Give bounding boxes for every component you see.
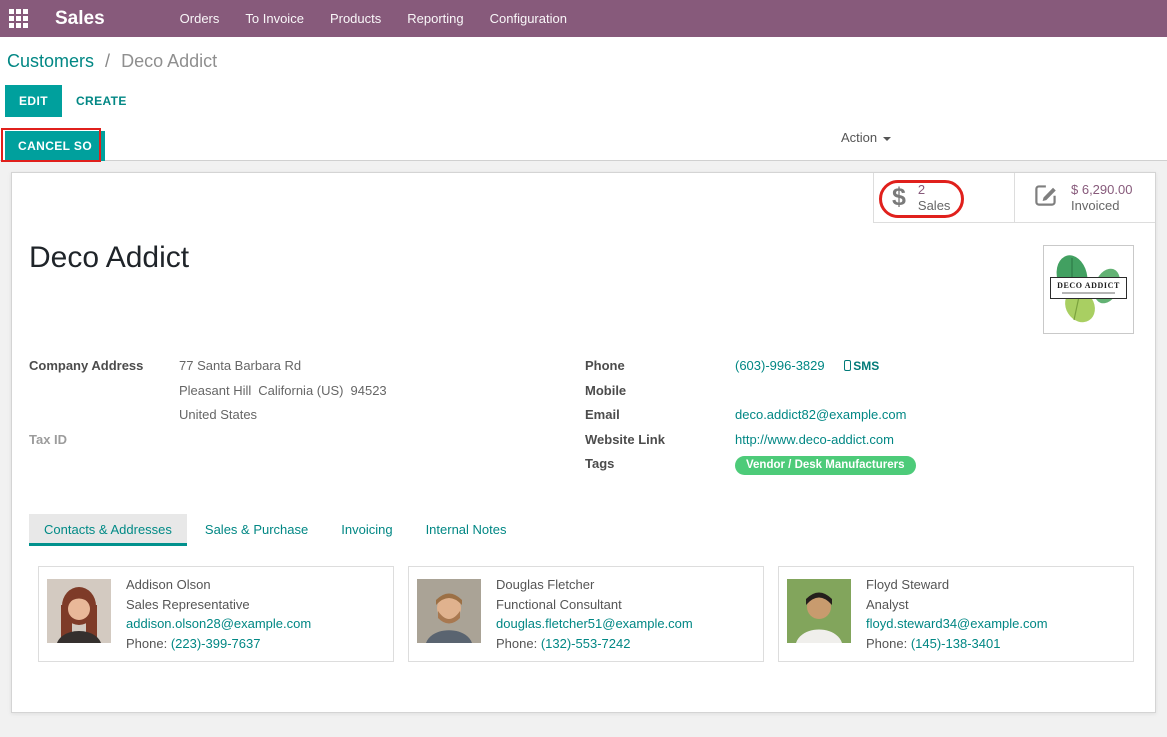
contact-name: Douglas Fletcher xyxy=(496,575,693,595)
website-label: Website Link xyxy=(585,428,735,453)
edit-button[interactable]: EDIT xyxy=(5,85,62,117)
phone-link[interactable]: (603)-996-3829 xyxy=(735,358,825,373)
contact-email-link[interactable]: addison.olson28@example.com xyxy=(126,616,311,631)
contact-email-link[interactable]: floyd.steward34@example.com xyxy=(866,616,1048,631)
address-zip: 94523 xyxy=(351,383,387,398)
breadcrumb-customers[interactable]: Customers xyxy=(7,51,94,71)
contact-email-link[interactable]: douglas.fletcher51@example.com xyxy=(496,616,693,631)
tags-label: Tags xyxy=(585,452,735,477)
create-button[interactable]: CREATE xyxy=(62,86,141,116)
avatar-addison-olson xyxy=(47,579,111,643)
tab-contacts-addresses[interactable]: Contacts & Addresses xyxy=(29,514,187,546)
sales-count: 2 xyxy=(918,182,951,198)
avatar-douglas-fletcher xyxy=(417,579,481,643)
contact-phone-link[interactable]: (223)-399-7637 xyxy=(171,636,261,651)
company-address-value: 77 Santa Barbara Rd Pleasant Hill Califor… xyxy=(179,354,387,428)
stat-button-sales[interactable]: $ 2 Sales xyxy=(873,173,1014,222)
top-navbar: Sales Orders To Invoice Products Reporti… xyxy=(0,0,1167,37)
invoiced-amount: $ 6,290.00 xyxy=(1071,182,1132,198)
partner-fields: Company Address 77 Santa Barbara Rd Plea… xyxy=(29,354,1138,477)
tab-sales-purchase[interactable]: Sales & Purchase xyxy=(190,514,323,546)
partner-name-title: Deco Addict xyxy=(29,241,189,275)
logo-text: DECO ADDICT xyxy=(1051,281,1126,290)
breadcrumb-current: Deco Addict xyxy=(121,51,217,71)
apps-grid-icon[interactable] xyxy=(9,9,29,29)
contact-phone-link[interactable]: (132)-553-7242 xyxy=(541,636,631,651)
contact-role: Functional Consultant xyxy=(496,595,693,615)
tag-vendor-desk-manufacturers: Vendor / Desk Manufacturers xyxy=(735,456,916,475)
breadcrumb-separator: / xyxy=(105,51,110,71)
statusbar: CANCEL SO xyxy=(0,128,1167,161)
avatar-floyd-steward xyxy=(787,579,851,643)
invoiced-label: Invoiced xyxy=(1071,198,1132,214)
address-street: 77 Santa Barbara Rd xyxy=(179,358,301,373)
phone-label: Phone xyxy=(585,354,735,379)
dollar-icon: $ xyxy=(892,185,906,210)
sms-button[interactable]: SMS xyxy=(844,359,879,373)
address-state: California (US) xyxy=(258,383,343,398)
contact-phone-prefix: Phone: xyxy=(126,636,167,651)
action-label: Action xyxy=(841,130,877,145)
address-city: Pleasant Hill xyxy=(179,383,251,398)
company-address-label: Company Address xyxy=(29,354,179,428)
menu-products[interactable]: Products xyxy=(317,0,394,37)
mobile-label: Mobile xyxy=(585,379,735,404)
menu-configuration[interactable]: Configuration xyxy=(477,0,580,37)
contact-card-douglas-fletcher[interactable]: Douglas Fletcher Functional Consultant d… xyxy=(408,566,764,662)
contact-name: Floyd Steward xyxy=(866,575,1048,595)
logo-subtext-line xyxy=(1062,292,1115,294)
address-country: United States xyxy=(179,407,257,422)
email-label: Email xyxy=(585,403,735,428)
notebook-tabs: Contacts & Addresses Sales & Purchase In… xyxy=(29,514,525,546)
menu-to-invoice[interactable]: To Invoice xyxy=(232,0,317,37)
action-dropdown[interactable]: Action xyxy=(841,130,891,145)
contact-phone-link[interactable]: (145)-138-3401 xyxy=(911,636,1001,651)
app-name-sales[interactable]: Sales xyxy=(55,8,105,30)
tab-invoicing[interactable]: Invoicing xyxy=(326,514,407,546)
contact-name: Addison Olson xyxy=(126,575,311,595)
form-sheet: $ 2 Sales $ 6,290.00 Invoiced xyxy=(11,172,1156,713)
edit-pencil-icon xyxy=(1033,182,1059,213)
email-link[interactable]: deco.addict82@example.com xyxy=(735,407,906,422)
stat-button-invoiced[interactable]: $ 6,290.00 Invoiced xyxy=(1014,173,1155,222)
website-link[interactable]: http://www.deco-addict.com xyxy=(735,432,894,447)
contact-role: Sales Representative xyxy=(126,595,311,615)
sales-label: Sales xyxy=(918,198,951,214)
contact-card-addison-olson[interactable]: Addison Olson Sales Representative addis… xyxy=(38,566,394,662)
mobile-phone-icon xyxy=(844,360,851,371)
cancel-so-button[interactable]: CANCEL SO xyxy=(5,131,105,161)
contact-role: Analyst xyxy=(866,595,1048,615)
content-area: $ 2 Sales $ 6,290.00 Invoiced xyxy=(0,161,1167,737)
control-panel: Customers / Deco Addict EDIT CREATE Acti… xyxy=(0,37,1167,128)
company-logo: DECO ADDICT xyxy=(1043,245,1134,334)
contact-cards: Addison Olson Sales Representative addis… xyxy=(38,566,1134,662)
tab-internal-notes[interactable]: Internal Notes xyxy=(411,514,522,546)
chevron-down-icon xyxy=(883,137,891,141)
contact-phone-prefix: Phone: xyxy=(866,636,907,651)
control-panel-buttons: EDIT CREATE xyxy=(5,85,1167,117)
contact-phone-prefix: Phone: xyxy=(496,636,537,651)
contact-card-floyd-steward[interactable]: Floyd Steward Analyst floyd.steward34@ex… xyxy=(778,566,1134,662)
menu-reporting[interactable]: Reporting xyxy=(394,0,476,37)
tax-id-label: Tax ID xyxy=(29,428,179,453)
main-menu: Orders To Invoice Products Reporting Con… xyxy=(167,0,580,37)
stat-button-box: $ 2 Sales $ 6,290.00 Invoiced xyxy=(873,173,1155,223)
breadcrumb: Customers / Deco Addict xyxy=(7,51,1167,72)
logo-label: DECO ADDICT xyxy=(1050,277,1127,299)
menu-orders[interactable]: Orders xyxy=(167,0,233,37)
